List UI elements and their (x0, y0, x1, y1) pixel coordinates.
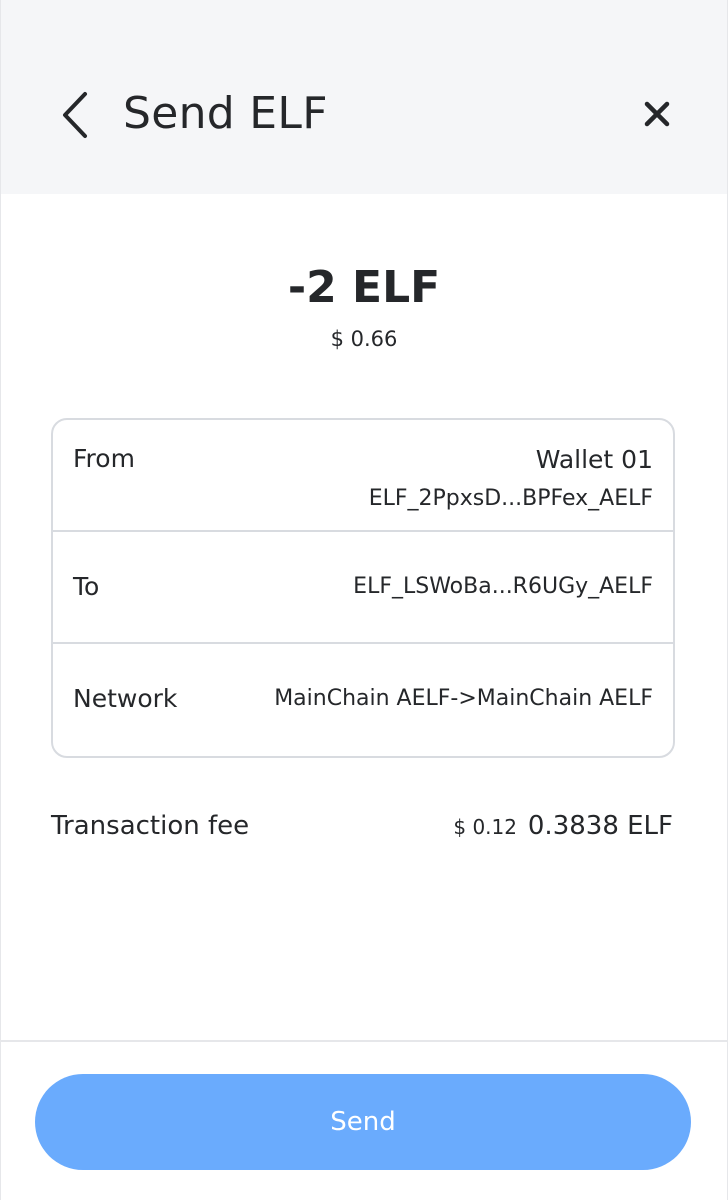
chevron-left-icon (63, 92, 87, 138)
network-value: MainChain AELF->MainChain AELF (274, 686, 653, 711)
header: Send ELF (1, 0, 727, 194)
from-label: From (73, 444, 135, 473)
back-button[interactable] (53, 86, 101, 144)
page-title: Send ELF (123, 88, 328, 139)
network-row: Network MainChain AELF->MainChain AELF (53, 644, 673, 756)
send-amount: -2 ELF (287, 262, 441, 313)
send-confirmation-page: Send ELF -2 ELF $ 0.66 From Wallet 01 EL… (0, 0, 728, 1200)
from-wallet-name: Wallet 01 (535, 445, 653, 474)
to-address: ELF_LSWoBa...R6UGy_AELF (353, 574, 653, 599)
transaction-fee-label: Transaction fee (51, 811, 250, 841)
transaction-fee-usd: $ 0.12 (453, 815, 517, 839)
close-button[interactable] (637, 94, 677, 134)
network-label: Network (73, 684, 178, 713)
to-row: To ELF_LSWoBa...R6UGy_AELF (53, 532, 673, 644)
to-label: To (73, 572, 100, 601)
from-address: ELF_2PpxsD...BPFex_AELF (368, 486, 653, 511)
footer-divider (1, 1040, 727, 1042)
send-amount-usd: $ 0.66 (330, 327, 398, 351)
transaction-fee-elf: 0.3838 ELF (527, 811, 673, 841)
send-button[interactable]: Send (35, 1074, 691, 1170)
transaction-details-card: From Wallet 01 ELF_2PpxsD...BPFex_AELF T… (51, 418, 675, 758)
close-icon (644, 101, 670, 127)
from-row: From Wallet 01 ELF_2PpxsD...BPFex_AELF (53, 420, 673, 532)
